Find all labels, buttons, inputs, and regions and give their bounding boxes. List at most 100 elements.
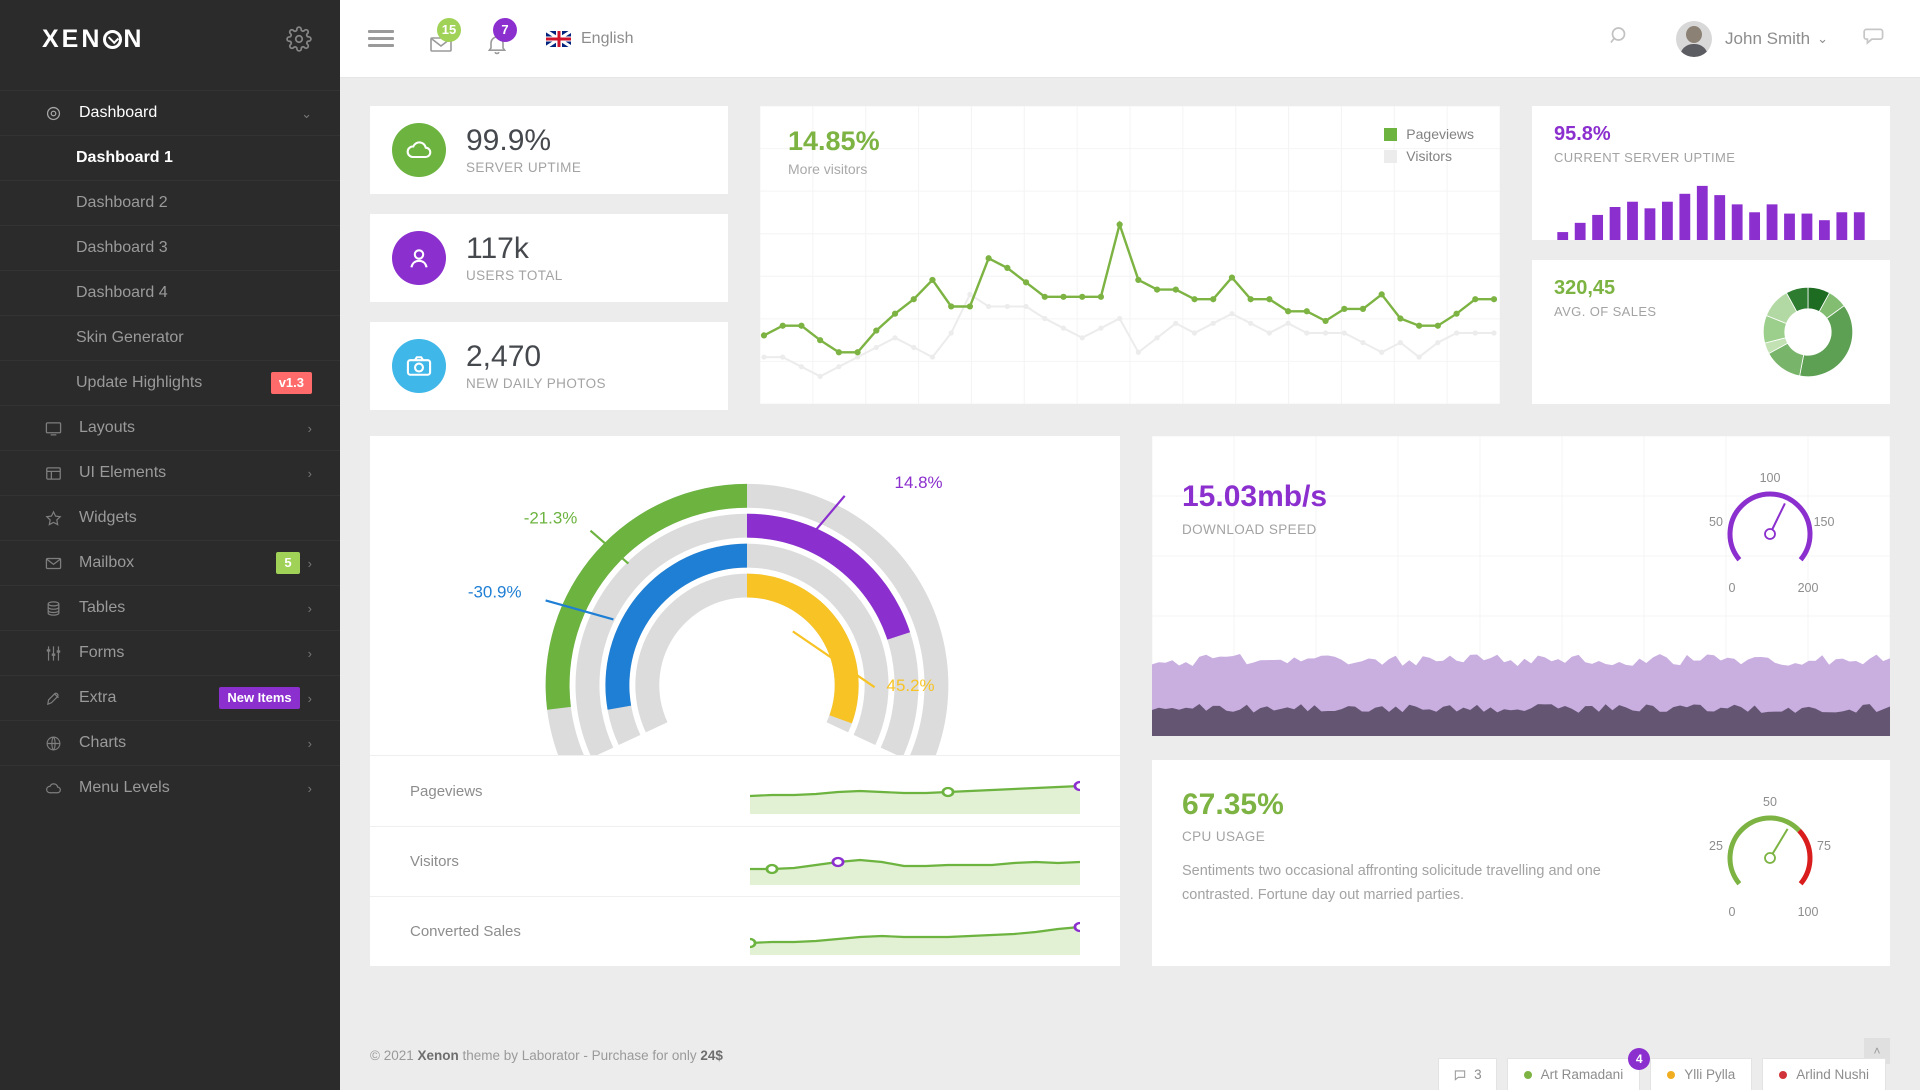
sidebar-item-extra[interactable]: Extra New Items › bbox=[0, 675, 340, 720]
sidebar-item-skin-generator[interactable]: Skin Generator bbox=[0, 315, 340, 360]
sparkline-label: Pageviews bbox=[410, 783, 750, 800]
language-selector[interactable]: English bbox=[546, 30, 633, 48]
sidebar-item-widgets[interactable]: Widgets bbox=[0, 495, 340, 540]
download-speed-gauge: 100501500200 bbox=[1690, 456, 1850, 596]
dashboard-page: XENN Dashboard ⌄ Dashboard 1 D bbox=[0, 0, 1920, 1090]
tile-label: SERVER UPTIME bbox=[466, 160, 581, 175]
new-items-badge: New Items bbox=[219, 687, 299, 709]
language-label: English bbox=[581, 30, 633, 48]
topbar: 15 7 English bbox=[340, 0, 1920, 78]
legend-label: Pageviews bbox=[1406, 126, 1474, 142]
user-icon bbox=[392, 231, 446, 285]
sidebar-item-mailbox[interactable]: Mailbox 5 › bbox=[0, 540, 340, 585]
sparkline-row-converted-sales[interactable]: Converted Sales bbox=[370, 896, 1120, 966]
sidebar-item-label: Dashboard 3 bbox=[76, 240, 312, 256]
sidebar-item-ui-elements[interactable]: UI Elements › bbox=[0, 450, 340, 495]
sparkline-rows: Pageviews Visitors Converted Sales bbox=[370, 755, 1120, 966]
chat-contact-ylli-pylla[interactable]: Ylli Pylla bbox=[1650, 1058, 1752, 1090]
brand-logo[interactable]: XENN bbox=[42, 25, 144, 54]
tile-value: 99.9% bbox=[466, 125, 581, 157]
envelope-icon bbox=[42, 553, 64, 573]
sidebar-item-label: Menu Levels bbox=[79, 780, 300, 796]
status-dot-away bbox=[1667, 1071, 1675, 1079]
sparkline-row-pageviews[interactable]: Pageviews bbox=[370, 756, 1120, 826]
stat-tiles: 99.9% SERVER UPTIME 117k USERS TOTAL bbox=[370, 106, 728, 410]
row-bottom: 14.8%-21.3%-30.9%45.2% Pageviews Visitor… bbox=[370, 436, 1890, 966]
avg-sales-card: 320,45 AVG. OF SALES bbox=[1532, 260, 1890, 404]
mailbox-count-badge: 5 bbox=[276, 552, 299, 574]
svg-text:45.2%: 45.2% bbox=[887, 676, 935, 695]
radial-chart-wrap: 14.8%-21.3%-30.9%45.2% bbox=[370, 436, 1120, 755]
legend-item[interactable]: Visitors bbox=[1384, 148, 1474, 164]
notifications-button[interactable]: 7 bbox=[480, 22, 514, 56]
uk-flag-icon bbox=[546, 31, 571, 47]
right-panel-column: 15.03mb/s DOWNLOAD SPEED 100501500200 67… bbox=[1152, 436, 1890, 966]
tile-label: NEW DAILY PHOTOS bbox=[466, 376, 606, 391]
settings-gear-icon[interactable] bbox=[286, 26, 312, 52]
tile-new-daily-photos[interactable]: 2,470 NEW DAILY PHOTOS bbox=[370, 322, 728, 410]
search-icon[interactable] bbox=[1608, 24, 1638, 54]
sidebar-item-forms[interactable]: Forms › bbox=[0, 630, 340, 675]
sidebar-item-charts[interactable]: Charts › bbox=[0, 720, 340, 765]
chevron-right-icon: › bbox=[308, 782, 312, 795]
svg-text:25: 25 bbox=[1709, 839, 1723, 853]
server-uptime-label: CURRENT SERVER UPTIME bbox=[1554, 150, 1890, 165]
legend-item[interactable]: Pageviews bbox=[1384, 126, 1474, 142]
tile-server-uptime[interactable]: 99.9% SERVER UPTIME bbox=[370, 106, 728, 194]
sidebar-item-dashboard-2[interactable]: Dashboard 2 bbox=[0, 180, 340, 225]
star-icon bbox=[42, 508, 64, 528]
svg-text:100: 100 bbox=[1798, 905, 1819, 919]
chat-contact-arlind-nushi[interactable]: Arlind Nushi bbox=[1762, 1058, 1886, 1090]
footer-text: © 2021 Xenon theme by Laborator - Purcha… bbox=[370, 1048, 723, 1063]
sidebar-item-layouts[interactable]: Layouts › bbox=[0, 405, 340, 450]
sidebar-item-dashboard-3[interactable]: Dashboard 3 bbox=[0, 225, 340, 270]
chat-contact-art-ramadani[interactable]: Art Ramadani 4 bbox=[1507, 1058, 1641, 1090]
footer-brand: Xenon bbox=[417, 1048, 458, 1063]
chat-contact-name: Arlind Nushi bbox=[1796, 1067, 1869, 1082]
chat-count-button[interactable]: 3 bbox=[1438, 1058, 1497, 1090]
tile-users-total[interactable]: 117k USERS TOTAL bbox=[370, 214, 728, 302]
cpu-usage-header: 67.35% CPU USAGE Sentiments two occasion… bbox=[1182, 790, 1602, 908]
chat-icon[interactable] bbox=[1862, 24, 1892, 54]
legend-swatch bbox=[1384, 150, 1397, 163]
chat-contact-name: Ylli Pylla bbox=[1684, 1067, 1735, 1082]
footer-price: 24$ bbox=[700, 1048, 723, 1063]
messages-button[interactable]: 15 bbox=[424, 22, 458, 56]
sparkline-row-visitors[interactable]: Visitors bbox=[370, 826, 1120, 896]
chat-bubble-icon bbox=[1453, 1068, 1467, 1082]
sidebar-item-label: Dashboard 1 bbox=[76, 150, 312, 166]
chevron-down-icon: ⌄ bbox=[1817, 31, 1828, 47]
footer-mid: theme by Laborator - Purchase for only bbox=[459, 1048, 701, 1063]
tile-label: USERS TOTAL bbox=[466, 268, 563, 283]
legend-swatch bbox=[1384, 128, 1397, 141]
chevron-right-icon: › bbox=[308, 692, 312, 705]
topbar-left: 15 7 English bbox=[368, 22, 633, 56]
chevron-down-icon: ⌄ bbox=[301, 107, 312, 120]
svg-text:50: 50 bbox=[1709, 515, 1723, 529]
sidebar-item-dashboard-4[interactable]: Dashboard 4 bbox=[0, 270, 340, 315]
chevron-right-icon: › bbox=[308, 422, 312, 435]
cpu-usage-card: 67.35% CPU USAGE Sentiments two occasion… bbox=[1152, 760, 1890, 966]
svg-text:0: 0 bbox=[1729, 905, 1736, 919]
sidebar-item-dashboard[interactable]: Dashboard ⌄ bbox=[0, 90, 340, 135]
cpu-usage-label: CPU USAGE bbox=[1182, 829, 1602, 844]
content-area: 99.9% SERVER UPTIME 117k USERS TOTAL bbox=[340, 78, 1920, 1020]
sidebar-item-update-highlights[interactable]: Update Highlights v1.3 bbox=[0, 360, 340, 405]
legend-label: Visitors bbox=[1406, 148, 1452, 164]
sidebar-item-label: Dashboard 2 bbox=[76, 195, 312, 211]
user-menu[interactable]: John Smith ⌄ bbox=[1676, 21, 1828, 57]
camera-icon bbox=[392, 339, 446, 393]
messages-count-badge: 15 bbox=[437, 18, 461, 42]
row-top: 99.9% SERVER UPTIME 117k USERS TOTAL bbox=[370, 106, 1890, 410]
sidebar-item-dashboard-1[interactable]: Dashboard 1 bbox=[0, 135, 340, 180]
sliders-icon bbox=[42, 643, 64, 663]
svg-text:14.8%: 14.8% bbox=[895, 473, 943, 492]
sidebar-nav: Dashboard ⌄ Dashboard 1 Dashboard 2 Dash… bbox=[0, 78, 340, 810]
sidebar-item-menu-levels[interactable]: Menu Levels › bbox=[0, 765, 340, 810]
brand-o-mark-icon bbox=[103, 30, 122, 49]
svg-text:75: 75 bbox=[1817, 839, 1831, 853]
sidebar-item-tables[interactable]: Tables › bbox=[0, 585, 340, 630]
hamburger-icon[interactable] bbox=[368, 26, 394, 51]
cpu-usage-description: Sentiments two occasional affronting sol… bbox=[1182, 860, 1602, 908]
cpu-usage-value: 67.35% bbox=[1182, 790, 1602, 820]
